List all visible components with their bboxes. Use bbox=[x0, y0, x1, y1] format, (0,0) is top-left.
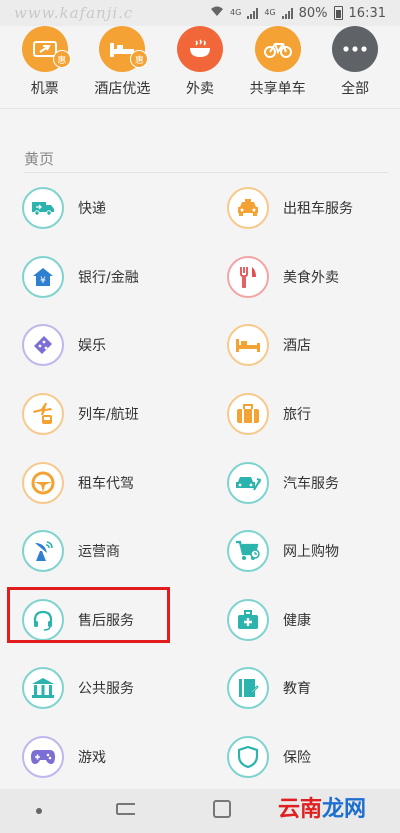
status-icons: 4G 4G 80% 16:31 bbox=[210, 6, 386, 21]
quick-item-flight[interactable]: 惠 机票 bbox=[9, 26, 81, 98]
discount-badge: 惠 bbox=[52, 50, 71, 68]
service-row: 快递 出租车服务 bbox=[0, 174, 400, 243]
service-label: 网上购物 bbox=[283, 544, 339, 561]
network-type-2: 4G bbox=[264, 8, 276, 17]
battery-percent: 80% bbox=[298, 5, 328, 21]
service-label: 美食外卖 bbox=[283, 269, 339, 286]
suitcase-icon bbox=[227, 393, 269, 436]
service-label: 酒店 bbox=[283, 338, 311, 355]
service-item-insurance[interactable]: 保险 bbox=[0, 723, 400, 792]
quick-item-bike[interactable]: 共享单车 bbox=[242, 26, 314, 98]
shopping-cart-icon bbox=[227, 530, 269, 573]
clock: 16:31 bbox=[348, 5, 386, 21]
fork-knife-icon bbox=[227, 255, 269, 298]
quick-item-label: 全部 bbox=[341, 81, 370, 97]
service-label: 健康 bbox=[283, 612, 311, 629]
home-square-icon[interactable] bbox=[211, 798, 233, 824]
shield-icon bbox=[227, 736, 269, 779]
service-grid: 快递 出租车服务 ¥ 银行/金融 美食外卖 娱乐 酒店 列车/航班 旅行 租车代… bbox=[0, 174, 400, 791]
section-divider bbox=[24, 172, 388, 173]
service-item-food-delivery[interactable]: 美食外卖 bbox=[0, 243, 400, 312]
nav-dot-icon[interactable] bbox=[35, 808, 42, 814]
more-icon bbox=[332, 26, 379, 72]
battery-icon bbox=[333, 6, 343, 20]
quick-item-hotel[interactable]: 惠 酒店优选 bbox=[86, 26, 158, 98]
book-icon bbox=[227, 667, 269, 710]
service-item-car-service[interactable]: 汽车服务 bbox=[0, 448, 400, 517]
status-bar: www.kafanji.c 4G 4G 80% 16:31 bbox=[0, 0, 400, 26]
brand-watermark: 云南龙网 bbox=[278, 791, 366, 823]
quick-item-label: 外卖 bbox=[185, 81, 214, 97]
quick-access-row: 惠 机票 惠 酒店优选 外卖 共享单车 全部 bbox=[0, 26, 400, 104]
network-type-1: 4G bbox=[230, 8, 242, 17]
discount-badge: 惠 bbox=[130, 50, 149, 68]
service-label: 保险 bbox=[283, 750, 311, 767]
quick-item-label: 共享单车 bbox=[249, 81, 306, 97]
divider bbox=[0, 108, 400, 109]
bowl-icon bbox=[176, 26, 223, 72]
quick-item-label: 机票 bbox=[30, 81, 59, 97]
service-row: 公共服务 教育 bbox=[0, 654, 400, 723]
site-watermark-text: www.kafanji.c bbox=[14, 4, 134, 22]
service-row: 游戏 保险 bbox=[0, 723, 400, 792]
service-row: 列车/航班 旅行 bbox=[0, 380, 400, 449]
brand-watermark-part1: 云南 bbox=[277, 797, 322, 822]
plane-ticket-icon: 惠 bbox=[21, 26, 71, 72]
service-row: 租车代驾 汽车服务 bbox=[0, 448, 400, 517]
service-row: ¥ 银行/金融 美食外卖 bbox=[0, 243, 400, 312]
quick-item-takeout[interactable]: 外卖 bbox=[164, 26, 236, 98]
signal-icon bbox=[247, 7, 259, 19]
bicycle-icon bbox=[254, 26, 301, 72]
wifi-icon bbox=[210, 6, 224, 21]
service-row: 运营商 网上购物 bbox=[0, 517, 400, 586]
highlight-box bbox=[7, 587, 170, 643]
service-row: 娱乐 酒店 bbox=[0, 311, 400, 380]
bed-icon bbox=[227, 324, 269, 367]
car-service-icon bbox=[227, 461, 269, 504]
brand-watermark-part2: 龙网 bbox=[321, 797, 366, 822]
service-label: 旅行 bbox=[283, 407, 311, 424]
service-label: 汽车服务 bbox=[283, 475, 339, 492]
service-item-online-shopping[interactable]: 网上购物 bbox=[0, 517, 400, 586]
signal-icon-2 bbox=[281, 7, 293, 19]
service-label: 出租车服务 bbox=[283, 201, 353, 218]
section-title: 黄页 bbox=[24, 150, 55, 168]
quick-item-label: 酒店优选 bbox=[94, 81, 151, 97]
taxi-icon bbox=[227, 187, 269, 230]
back-gesture-icon[interactable] bbox=[113, 801, 139, 821]
quick-item-all[interactable]: 全部 bbox=[319, 26, 391, 98]
medical-kit-icon bbox=[227, 598, 269, 641]
service-item-travel[interactable]: 旅行 bbox=[0, 380, 400, 449]
service-item-hotel[interactable]: 酒店 bbox=[0, 311, 400, 380]
service-label: 教育 bbox=[283, 681, 311, 698]
hotel-bed-icon: 惠 bbox=[99, 26, 149, 72]
service-item-taxi[interactable]: 出租车服务 bbox=[0, 174, 400, 243]
service-item-education[interactable]: 教育 bbox=[0, 654, 400, 723]
